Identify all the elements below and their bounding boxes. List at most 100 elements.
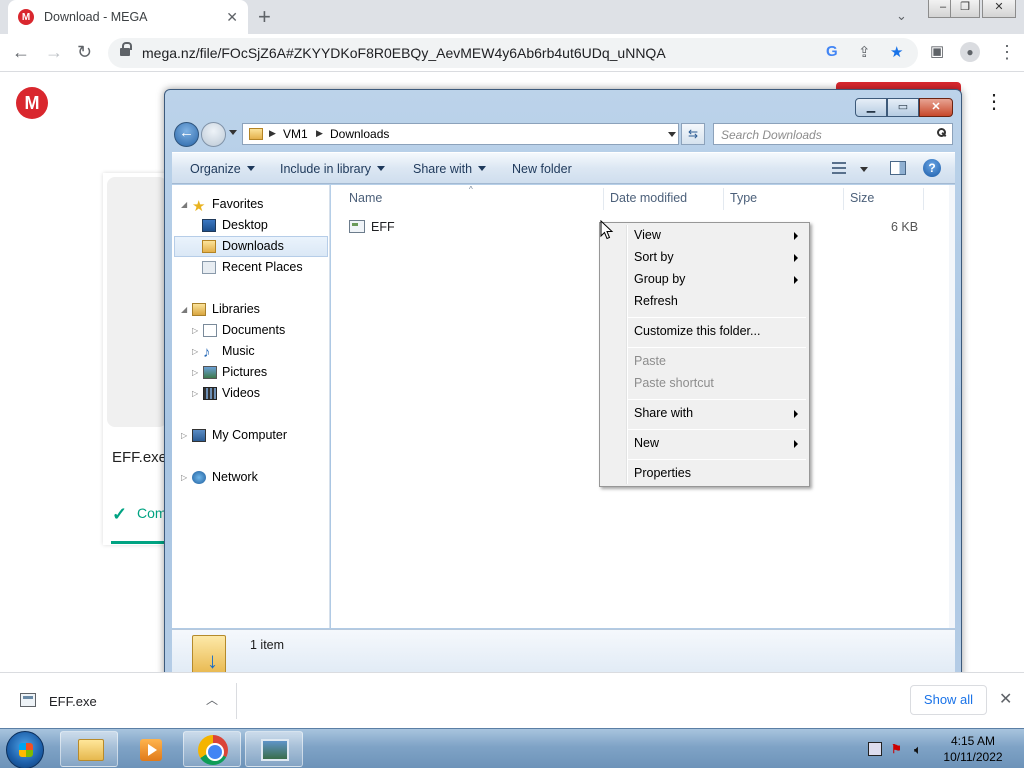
mega-favicon-icon: M <box>18 9 34 25</box>
forward-button[interactable] <box>201 122 226 147</box>
nav-music[interactable]: ▷ ♪ Music <box>172 341 330 362</box>
menu-item-group-by[interactable]: Group by <box>634 272 685 286</box>
menu-item-new[interactable]: New <box>634 436 659 450</box>
download-item-name[interactable]: EFF.exe <box>49 694 97 709</box>
help-icon[interactable]: ? <box>923 159 941 177</box>
address-dropdown-icon[interactable] <box>668 132 676 137</box>
browser-menu-icon[interactable]: ⋮ <box>998 42 1016 62</box>
videos-icon <box>203 387 217 400</box>
show-all-button[interactable]: Show all <box>910 685 987 715</box>
clock-date: 10/11/2022 <box>943 750 1003 764</box>
nav-network[interactable]: ▷ Network <box>172 467 330 488</box>
address-bar[interactable]: mega.nz/file/FOcSjZ6A#ZKYYDKoF8R0EBQy_Ae… <box>108 38 918 68</box>
tab-search-chevron-icon[interactable]: ⌄ <box>896 8 907 24</box>
include-in-library-menu[interactable]: Include in library <box>280 162 386 176</box>
nav-my-computer[interactable]: ▷ My Computer <box>172 425 330 446</box>
close-button[interactable]: ✕ <box>919 98 953 117</box>
side-panel-icon[interactable]: ▣ <box>930 42 944 62</box>
reload-icon[interactable]: ↻ <box>77 42 92 62</box>
bookmark-star-icon[interactable]: ★ <box>890 43 903 61</box>
expand-triangle-icon[interactable]: ▷ <box>192 341 198 362</box>
chevron-down-icon <box>246 166 255 171</box>
column-divider[interactable] <box>723 188 724 210</box>
tab-close-icon[interactable]: ✕ <box>226 9 238 26</box>
start-button[interactable] <box>6 731 44 768</box>
breadcrumb-separator-icon[interactable]: ▶ <box>269 128 276 139</box>
menu-item-properties[interactable]: Properties <box>634 466 691 480</box>
refresh-button[interactable]: ⇆ <box>681 123 705 145</box>
change-view-icon[interactable] <box>832 162 846 174</box>
maximize-button[interactable]: ▭ <box>887 98 919 117</box>
google-lens-icon[interactable]: G <box>826 43 838 60</box>
nav-desktop[interactable]: Desktop <box>172 215 330 236</box>
nav-pictures[interactable]: ▷ Pictures <box>172 362 330 383</box>
volume-icon[interactable]: 🔈︎ <box>914 742 928 757</box>
nav-downloads[interactable]: Downloads <box>174 236 328 257</box>
expand-triangle-icon[interactable]: ▷ <box>181 467 187 488</box>
column-divider[interactable] <box>923 188 924 210</box>
preview-pane-icon[interactable] <box>890 161 906 175</box>
share-with-menu[interactable]: Share with <box>413 162 487 176</box>
command-bar: Organize Include in library Share with N… <box>172 152 955 184</box>
mega-menu-icon[interactable]: ⋮ <box>984 92 1004 112</box>
column-header-name[interactable]: Name <box>349 191 382 205</box>
network-tray-icon[interactable] <box>868 742 882 756</box>
profile-avatar-icon[interactable]: ● <box>960 42 980 62</box>
recent-pages-dropdown[interactable] <box>229 130 237 135</box>
close-icon[interactable]: ✕ <box>999 689 1012 709</box>
new-folder-button[interactable]: New folder <box>512 162 572 176</box>
scrollbar[interactable] <box>949 185 955 628</box>
taskbar-explorer-button[interactable] <box>60 731 118 767</box>
search-icon[interactable] <box>937 128 946 137</box>
nav-recent-places[interactable]: Recent Places <box>172 257 330 278</box>
mega-file-name: EFF.exe <box>112 449 168 466</box>
column-header-size[interactable]: Size <box>850 191 874 205</box>
mega-logo[interactable]: M <box>16 87 48 119</box>
nav-videos[interactable]: ▷ Videos <box>172 383 330 404</box>
system-clock[interactable]: 4:15 AM 10/11/2022 <box>938 733 1008 765</box>
expand-triangle-icon[interactable]: ▷ <box>181 425 187 446</box>
lock-icon[interactable] <box>120 42 132 58</box>
forward-arrow-icon[interactable]: → <box>45 42 63 62</box>
organize-menu[interactable]: Organize <box>190 162 255 176</box>
back-arrow-icon[interactable]: ← <box>12 42 30 62</box>
share-icon[interactable]: ⇪ <box>858 43 871 61</box>
expand-triangle-icon[interactable]: ◢ <box>181 299 187 320</box>
new-tab-button[interactable]: + <box>258 4 271 30</box>
search-placeholder: Search Downloads <box>721 128 822 142</box>
column-divider[interactable] <box>603 188 604 210</box>
minimize-button[interactable]: ▁ <box>855 98 887 117</box>
nav-favorites[interactable]: ◢ ★ Favorites <box>172 194 330 215</box>
back-button[interactable] <box>174 122 199 147</box>
view-options-dropdown-icon[interactable] <box>860 167 868 172</box>
menu-item-refresh[interactable]: Refresh <box>634 294 678 308</box>
breadcrumb-vm1[interactable]: VM1 <box>283 127 308 141</box>
nav-documents[interactable]: ▷ Documents <box>172 320 330 341</box>
menu-item-view[interactable]: View <box>634 228 661 242</box>
menu-item-customize-folder[interactable]: Customize this folder... <box>634 324 760 338</box>
nav-libraries[interactable]: ◢ Libraries <box>172 299 330 320</box>
exe-file-icon <box>20 693 36 707</box>
search-input[interactable]: Search Downloads <box>713 123 953 145</box>
breadcrumb-downloads[interactable]: Downloads <box>330 127 389 141</box>
nav-label: Libraries <box>212 302 260 316</box>
action-center-flag-icon[interactable]: ⚑ <box>891 742 905 756</box>
taskbar-picture-viewer-button[interactable] <box>245 731 303 767</box>
column-header-type[interactable]: Type <box>730 191 757 205</box>
column-divider[interactable] <box>843 188 844 210</box>
chevron-up-icon[interactable]: ︿ <box>206 691 218 708</box>
menu-item-share-with[interactable]: Share with <box>634 406 693 420</box>
browser-tab[interactable]: M Download - MEGA ✕ <box>8 0 248 34</box>
explorer-address-bar[interactable]: ▶ VM1 ▶ Downloads <box>242 123 679 145</box>
expand-triangle-icon[interactable]: ▷ <box>192 320 198 341</box>
menu-item-sort-by[interactable]: Sort by <box>634 250 674 264</box>
column-header-date-modified[interactable]: Date modified <box>610 191 687 205</box>
browser-restore-button[interactable]: ❐ <box>950 0 980 18</box>
expand-triangle-icon[interactable]: ▷ <box>192 362 198 383</box>
taskbar-chrome-button[interactable] <box>183 731 241 767</box>
browser-close-button[interactable]: ✕ <box>982 0 1016 18</box>
expand-triangle-icon[interactable]: ▷ <box>192 383 198 404</box>
expand-triangle-icon[interactable]: ◢ <box>181 194 187 215</box>
taskbar-media-player-button[interactable] <box>121 731 179 767</box>
breadcrumb-separator-icon[interactable]: ▶ <box>316 128 323 139</box>
